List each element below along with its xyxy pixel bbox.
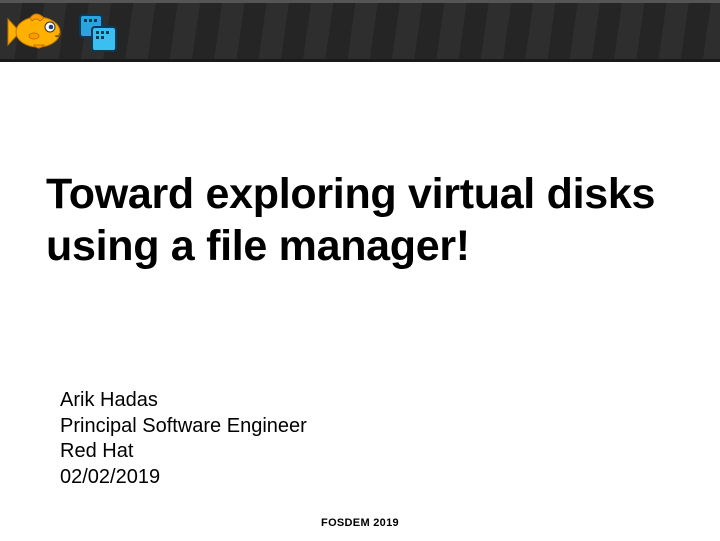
author-name: Arik Hadas <box>60 388 307 414</box>
fish-logo-icon <box>6 9 68 55</box>
footer-text: FOSDEM 2019 <box>0 517 720 529</box>
author-block: Arik Hadas Principal Software Engineer R… <box>60 388 307 490</box>
logo-group <box>6 1 120 63</box>
slide-title: Toward exploring virtual disks using a f… <box>46 168 686 273</box>
header-bar <box>0 0 720 62</box>
mu-logo-icon <box>74 9 120 55</box>
author-company: Red Hat <box>60 439 307 465</box>
author-role: Principal Software Engineer <box>60 414 307 440</box>
author-date: 02/02/2019 <box>60 465 307 491</box>
